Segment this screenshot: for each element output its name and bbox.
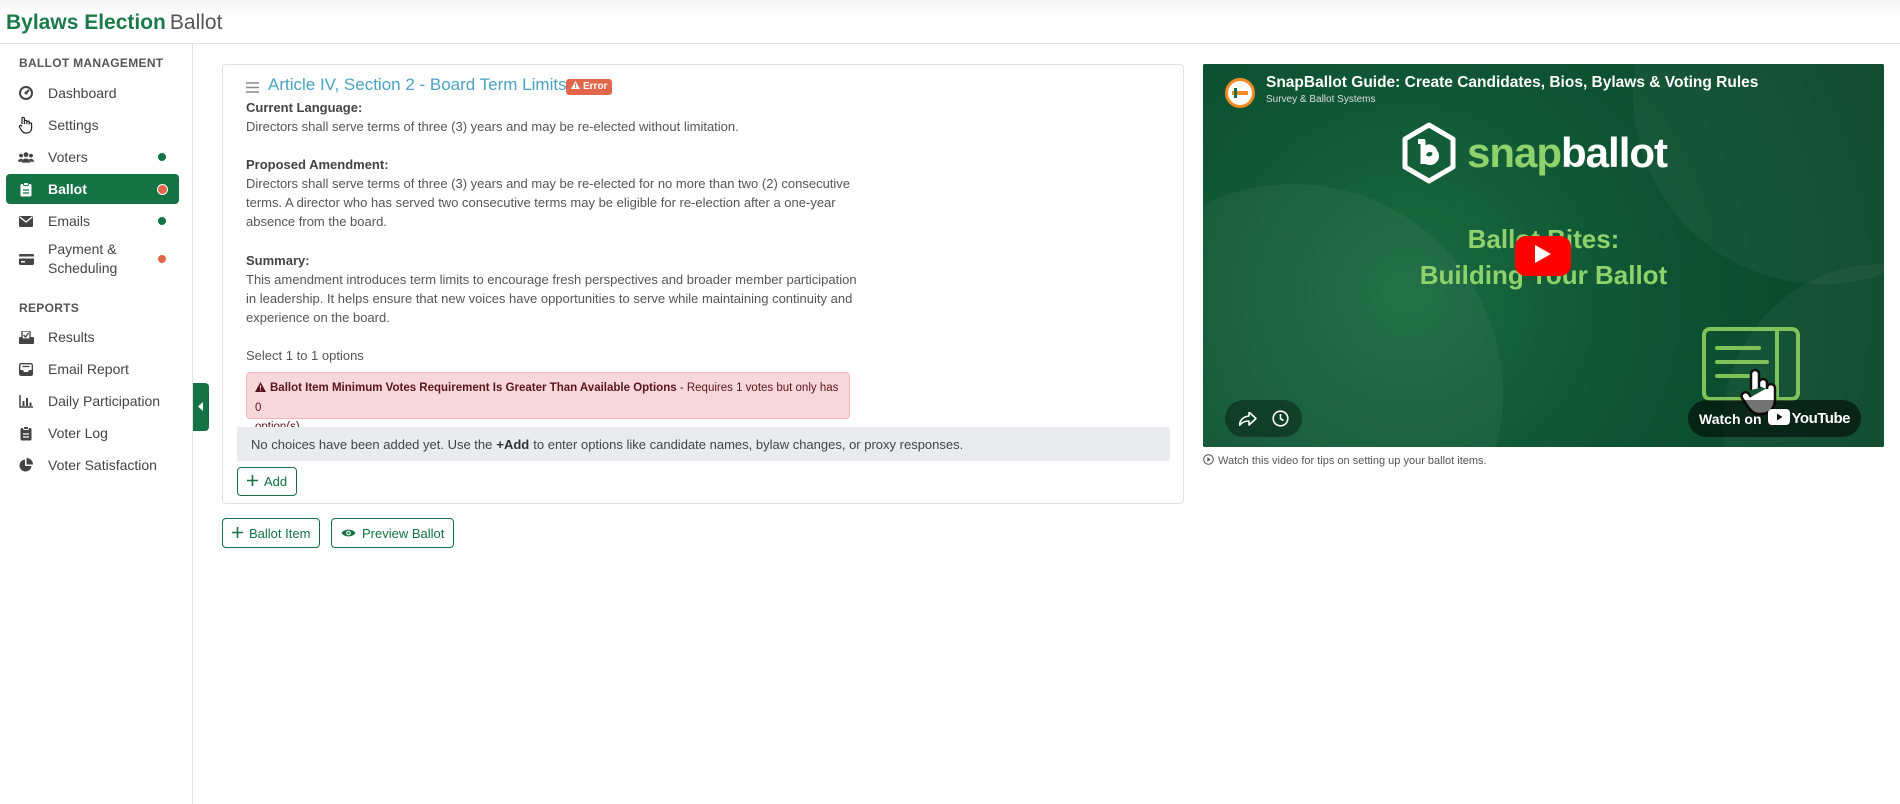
sidebar: BALLOT MANAGEMENT Dashboard Settings Vot… — [0, 44, 193, 804]
ballot-item-title[interactable]: Article IV, Section 2 - Board Term Limit… — [268, 75, 567, 95]
play-icon — [1535, 244, 1551, 268]
add-choice-label: Add — [264, 474, 288, 489]
sidebar-item-label: Voter Log — [48, 424, 108, 441]
watch-later-icon[interactable] — [1271, 410, 1289, 427]
envelope-icon — [18, 213, 34, 229]
no-choices-message: No choices have been added yet. Use the … — [237, 427, 1170, 461]
sidebar-item-label: Ballot — [48, 180, 87, 197]
ballot-management-heading: BALLOT MANAGEMENT — [19, 56, 164, 70]
status-error-dot — [158, 255, 166, 263]
sidebar-item-daily-participation[interactable]: Daily Participation — [6, 386, 179, 416]
summary-line: This amendment introduces term limits to… — [246, 272, 857, 287]
vote-check-icon — [18, 329, 34, 345]
select-options-hint: Select 1 to 1 options — [246, 348, 364, 363]
sidebar-item-emails[interactable]: Emails — [6, 206, 179, 236]
plus-icon — [232, 526, 243, 541]
video-caption-text: Watch this video for tips on setting up … — [1218, 455, 1487, 467]
youtube-label: YouTube — [1791, 410, 1851, 427]
video-caption: Watch this video for tips on setting up … — [1203, 454, 1487, 468]
tutorial-video-player[interactable]: SnapBallot Guide: Create Candidates, Bio… — [1203, 64, 1884, 447]
chevron-left-icon — [198, 398, 204, 416]
section-name: Ballot — [169, 11, 223, 34]
clipboard-icon — [18, 181, 34, 197]
snapballot-logo: snapballot — [1401, 122, 1668, 184]
summary-label: Summary: — [246, 253, 310, 268]
sidebar-item-label: Settings — [48, 116, 99, 133]
settings-icon — [18, 116, 34, 134]
sidebar-item-results[interactable]: Results — [6, 322, 179, 352]
election-name: Bylaws Election — [6, 11, 166, 34]
video-title[interactable]: SnapBallot Guide: Create Candidates, Bio… — [1266, 74, 1758, 92]
sidebar-item-voters[interactable]: Voters — [6, 142, 179, 172]
eye-icon — [341, 526, 356, 541]
credit-card-icon — [18, 251, 34, 267]
warning-icon — [255, 380, 266, 399]
sidebar-item-dashboard[interactable]: Dashboard — [6, 78, 179, 108]
watch-on-label: Watch on — [1699, 410, 1762, 427]
preview-ballot-label: Preview Ballot — [362, 525, 445, 541]
sidebar-item-settings[interactable]: Settings — [6, 110, 179, 140]
ballot-item-card: Article IV, Section 2 - Board Term Limit… — [222, 64, 1184, 504]
bar-chart-icon — [18, 393, 34, 409]
error-badge: Error — [566, 79, 613, 95]
error-badge-label: Error — [583, 81, 608, 92]
users-icon — [18, 149, 34, 165]
add-choice-button[interactable]: Add — [237, 467, 298, 496]
pie-chart-icon — [18, 457, 34, 473]
play-button[interactable] — [1515, 236, 1571, 276]
proposed-amendment-line: Directors shall serve terms of three (3)… — [246, 176, 851, 191]
play-circle-icon — [1203, 454, 1214, 468]
sidebar-item-payment-scheduling[interactable]: Payment & Scheduling — [6, 237, 179, 281]
proposed-amendment-line: absence from the board. — [246, 214, 387, 229]
sidebar-item-label: Results — [48, 328, 95, 345]
empty-text-add: +Add — [496, 436, 530, 452]
video-channel-name: Survey & Ballot Systems — [1266, 94, 1376, 105]
drag-handle-icon[interactable] — [246, 80, 260, 94]
logo-ballot: ballot — [1561, 129, 1668, 176]
channel-avatar[interactable] — [1225, 78, 1255, 108]
clipboard-list-icon — [18, 425, 34, 441]
sidebar-item-label: Voters — [48, 148, 88, 165]
sidebar-collapse-toggle[interactable] — [193, 383, 209, 431]
current-language-label: Current Language: — [246, 100, 363, 115]
proposed-amendment-label: Proposed Amendment: — [246, 157, 389, 172]
share-icon[interactable] — [1238, 411, 1257, 426]
reports-heading: REPORTS — [19, 301, 80, 315]
summary-line: experience on the board. — [246, 310, 390, 325]
inbox-icon — [18, 361, 34, 377]
proposed-amendment-line: terms. A director who has served two con… — [246, 195, 836, 210]
validation-alert: Ballot Item Minimum Votes Requirement Is… — [246, 372, 850, 433]
empty-text-before: No choices have been added yet. Use the — [251, 436, 493, 452]
sidebar-item-ballot[interactable]: Ballot — [6, 174, 179, 204]
alert-title: Ballot Item Minimum Votes Requirement Is… — [270, 382, 677, 394]
summary-line: in leadership. It helps ensure that new … — [246, 291, 853, 306]
status-error-dot — [157, 183, 168, 195]
preview-ballot-button[interactable]: Preview Ballot — [331, 518, 455, 548]
current-language-text: Directors shall serve terms of three (3)… — [246, 119, 739, 134]
plus-icon — [247, 474, 258, 489]
sidebar-item-label: Payment & Scheduling — [48, 241, 118, 276]
page-title: Bylaws Election Ballot — [6, 11, 222, 35]
youtube-logo-icon — [1767, 408, 1790, 429]
watch-on-youtube-button[interactable]: Watch on YouTube — [1688, 400, 1861, 437]
logo-snap: snap — [1467, 129, 1562, 176]
empty-text-after: to enter options like candidate names, b… — [533, 436, 964, 452]
sidebar-item-label: Emails — [48, 212, 91, 229]
sidebar-item-voter-log[interactable]: Voter Log — [6, 418, 179, 448]
warning-icon — [571, 79, 580, 95]
dashboard-icon — [18, 85, 34, 101]
add-ballot-item-button[interactable]: Ballot Item — [222, 518, 321, 548]
add-ballot-item-label: Ballot Item — [249, 525, 311, 541]
sidebar-item-label: Voter Satisfaction — [48, 456, 157, 473]
status-complete-dot — [158, 217, 166, 225]
sidebar-item-label: Daily Participation — [48, 392, 161, 409]
video-controls — [1225, 400, 1302, 437]
sidebar-item-label: Email Report — [48, 360, 129, 377]
sidebar-item-label: Dashboard — [48, 84, 117, 101]
sidebar-item-email-report[interactable]: Email Report — [6, 354, 179, 384]
status-complete-dot — [158, 153, 166, 161]
top-header: Bylaws Election Ballot — [0, 0, 1900, 44]
sidebar-item-voter-satisfaction[interactable]: Voter Satisfaction — [6, 450, 179, 480]
